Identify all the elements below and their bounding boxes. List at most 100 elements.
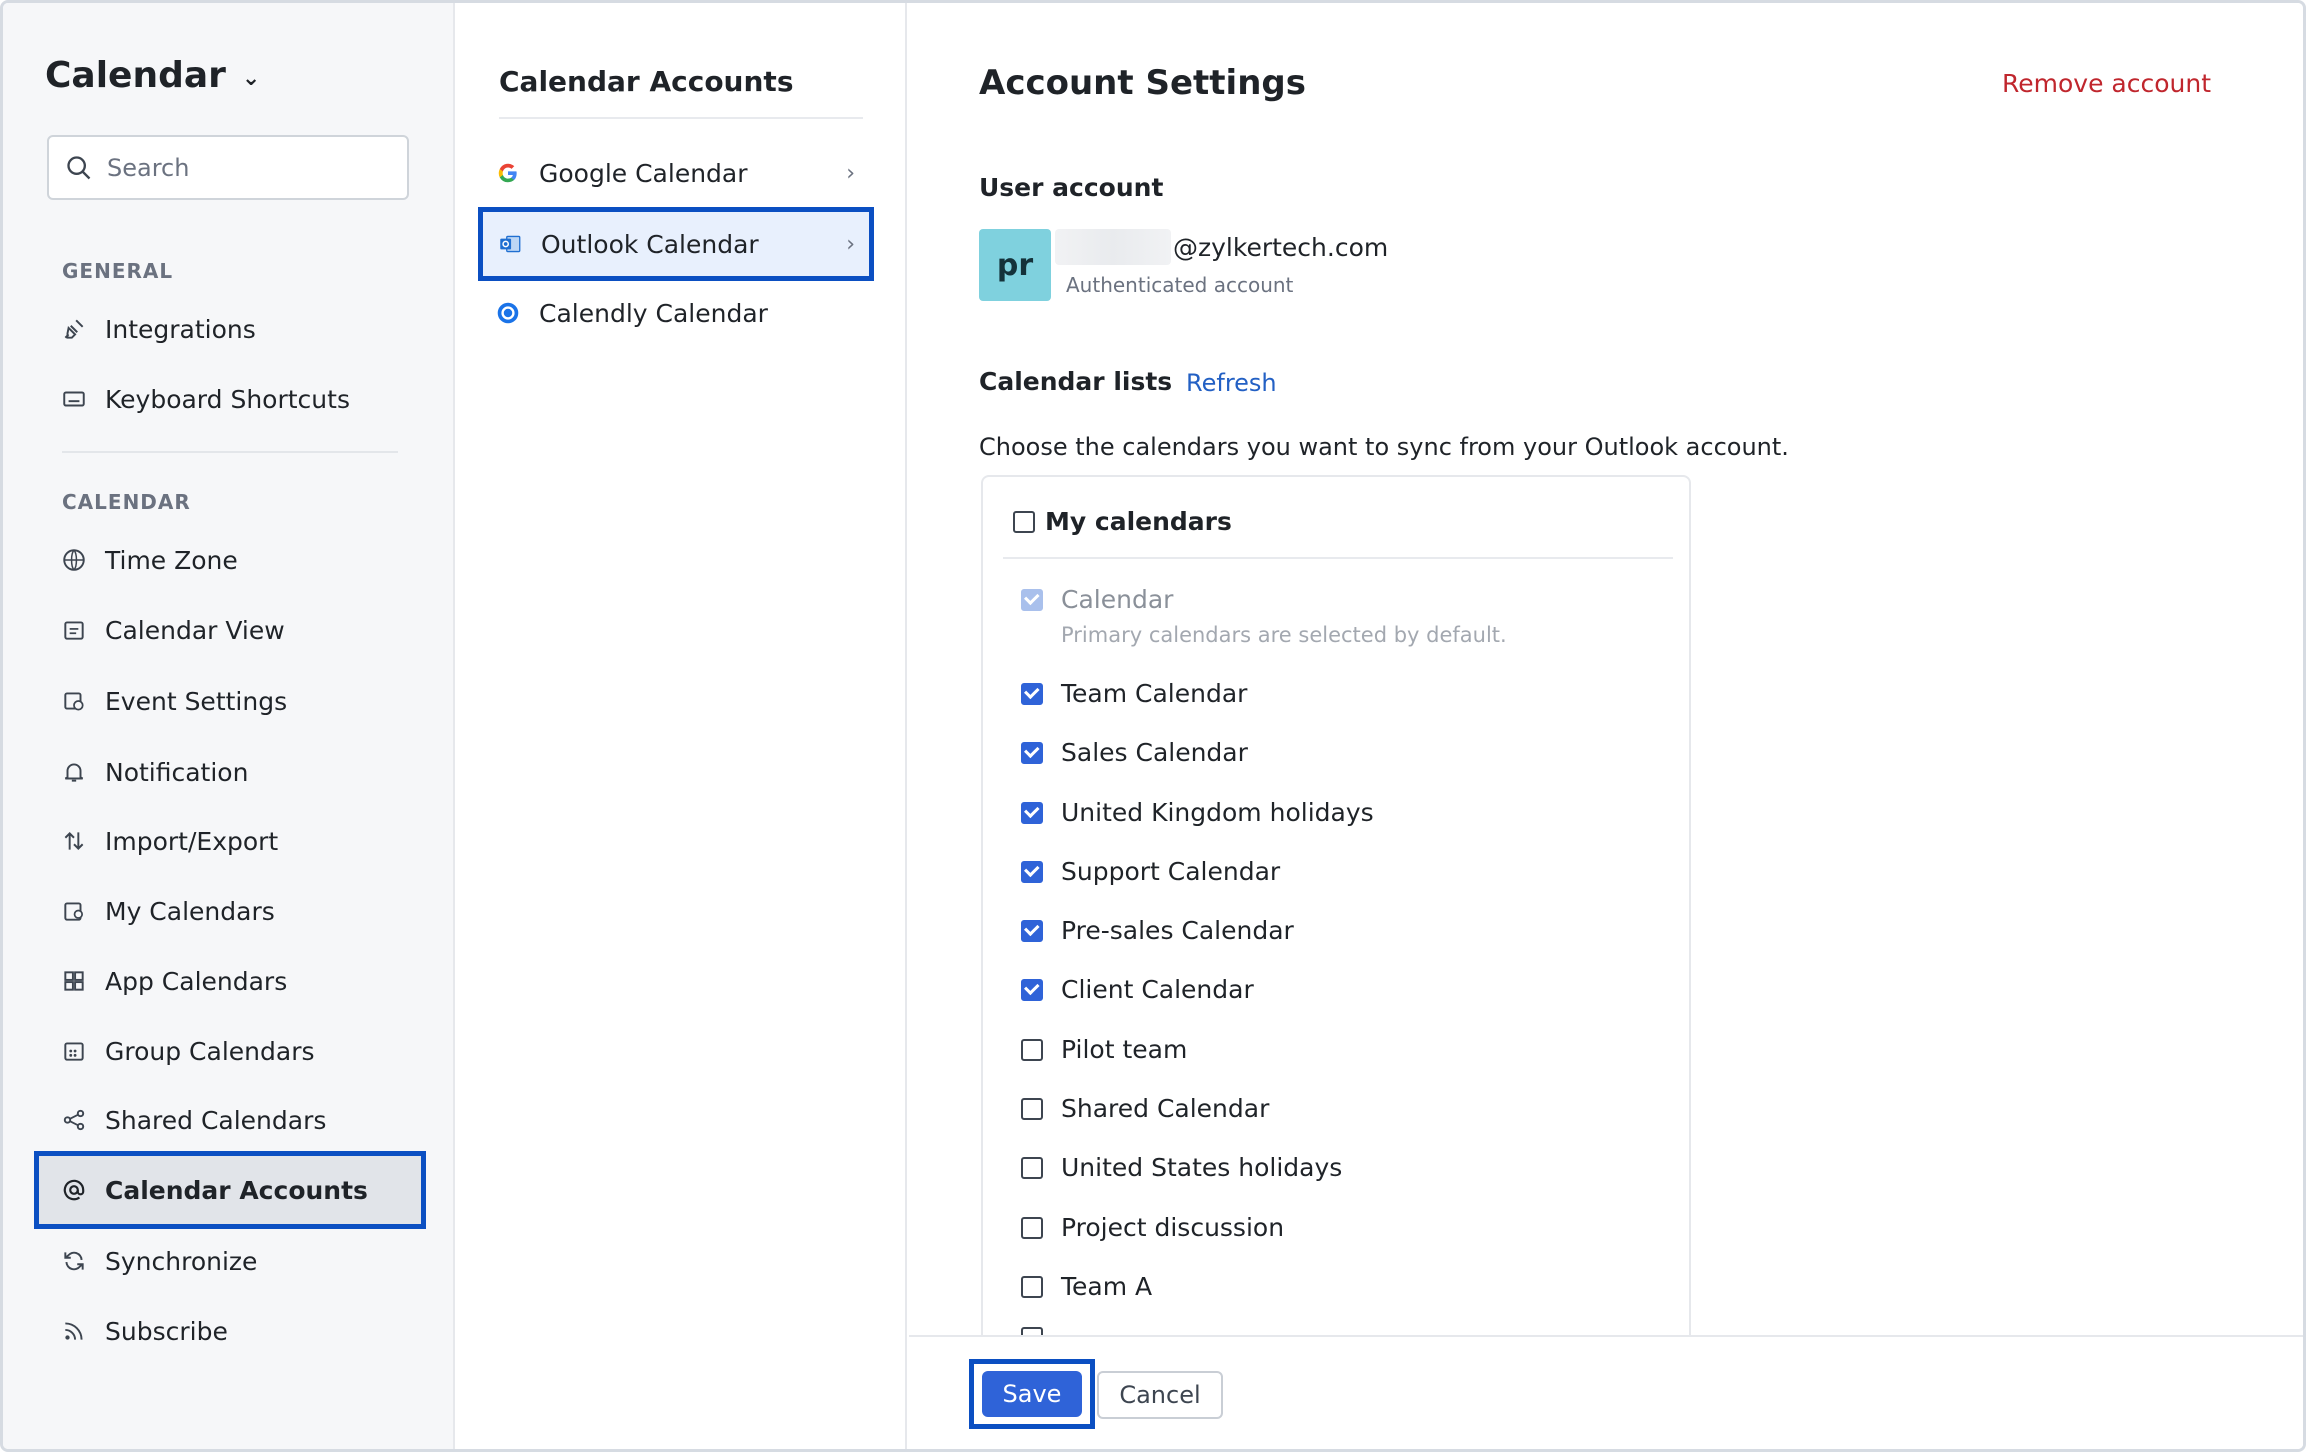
calendar-checkbox[interactable]	[1021, 1097, 1043, 1120]
sidebar-item-app-calendars[interactable]: App Calendars	[47, 952, 409, 1010]
accounts-title: Calendar Accounts	[499, 65, 794, 98]
sidebar-item-my-calendars[interactable]: My Calendars	[47, 882, 409, 940]
calendar-label: United States holidays	[1061, 1153, 1343, 1182]
calendar-label: Calendar	[1061, 585, 1174, 614]
sidebar-item-label: Calendar View	[105, 615, 285, 645]
calendar-row[interactable]: Client Calendar	[1021, 975, 1254, 1004]
sidebar-item-group-calendars[interactable]: Group Calendars	[47, 1022, 409, 1080]
section-label-calendar: CALENDAR	[62, 490, 191, 514]
event-settings-icon	[64, 692, 84, 711]
calendar-view-icon	[64, 621, 84, 640]
sidebar-item-label: My Calendars	[105, 896, 275, 926]
calendar-label: Sales Calendar	[1061, 738, 1248, 767]
calendar-label: Shared Calendar	[1061, 1094, 1270, 1123]
sidebar-item-time-zone[interactable]: Time Zone	[47, 531, 409, 589]
share-icon	[63, 1109, 85, 1131]
account-item-label: Calendly Calendar	[539, 298, 768, 328]
calendar-checkbox[interactable]	[1021, 919, 1043, 942]
calendar-row[interactable]: Support Calendar	[1021, 857, 1280, 886]
authenticated-note: Authenticated account	[1066, 273, 1294, 297]
calendar-checkbox[interactable]	[1021, 978, 1043, 1001]
calendar-row[interactable]: Team Calendar	[1021, 679, 1247, 708]
remove-account-link[interactable]: Remove account	[2002, 69, 2211, 98]
sidebar-item-integrations[interactable]: Integrations	[47, 300, 409, 358]
calendar-checkbox[interactable]	[1021, 1216, 1043, 1239]
sidebar-item-notification[interactable]: Notification	[47, 743, 409, 801]
calendar-checkbox[interactable]	[1021, 1038, 1043, 1061]
keyboard-icon	[63, 391, 85, 407]
primary-default-note: Primary calendars are selected by defaul…	[1061, 623, 1507, 647]
calendar-row[interactable]: Sales Calendar	[1021, 738, 1248, 767]
calendar-row[interactable]: Project discussion	[1021, 1213, 1284, 1242]
calendar-row[interactable]: United States holidays	[1021, 1153, 1342, 1182]
plug-icon	[64, 319, 84, 339]
cancel-button[interactable]: Cancel	[1097, 1371, 1223, 1419]
calendar-row[interactable]: Shared Calendar	[1021, 1094, 1269, 1123]
sidebar-item-subscribe[interactable]: Subscribe	[47, 1302, 409, 1360]
calendar-checkbox[interactable]	[1021, 860, 1043, 883]
import-export-icon	[64, 832, 84, 850]
calendar-label: Project discussion	[1061, 1213, 1285, 1242]
google-icon	[498, 163, 517, 183]
calendar-checkbox[interactable]	[1021, 1275, 1043, 1298]
account-item-calendly[interactable]: Calendly Calendar	[481, 281, 869, 345]
app-switcher[interactable]: Calendar ⌄	[45, 55, 260, 96]
settings-sidebar: Calendar ⌄ GENERAL Integrations Keyboard…	[3, 3, 455, 1449]
avatar: pr	[979, 229, 1051, 301]
sidebar-divider	[62, 451, 398, 453]
save-highlight: Save	[969, 1359, 1095, 1429]
calendar-row[interactable]: Team A	[1021, 1272, 1152, 1301]
sidebar-item-label: Shared Calendars	[105, 1105, 327, 1135]
my-calendars-label: My calendars	[1045, 507, 1232, 536]
calendar-label: Client Calendar	[1061, 975, 1254, 1004]
sidebar-item-event-settings[interactable]: Event Settings	[47, 672, 409, 730]
search-input[interactable]	[107, 153, 387, 182]
account-item-label: Google Calendar	[539, 158, 748, 188]
my-calendars-icon	[64, 902, 83, 921]
sidebar-item-keyboard-shortcuts[interactable]: Keyboard Shortcuts	[47, 370, 409, 428]
section-label-general: GENERAL	[62, 259, 174, 283]
chevron-right-icon: ›	[846, 231, 855, 257]
sidebar-item-label: Group Calendars	[105, 1036, 315, 1066]
calendar-lists-heading: Calendar lists	[979, 367, 1173, 396]
calendar-label: United Kingdom holidays	[1061, 798, 1374, 827]
sidebar-item-label: Integrations	[105, 314, 256, 344]
search-icon	[67, 155, 91, 179]
refresh-link[interactable]: Refresh	[1186, 369, 1277, 397]
calendar-row-primary: Calendar	[1021, 585, 1173, 614]
calendar-row[interactable]: Pilot team	[1021, 1035, 1187, 1064]
sidebar-item-label: Time Zone	[105, 545, 238, 575]
sidebar-item-synchronize[interactable]: Synchronize	[47, 1232, 409, 1290]
choose-calendars-text: Choose the calendars you want to sync fr…	[979, 433, 1789, 461]
my-calendars-header[interactable]: My calendars	[1013, 507, 1232, 536]
sidebar-item-shared-calendars[interactable]: Shared Calendars	[47, 1091, 409, 1149]
calendly-icon	[497, 302, 519, 324]
sidebar-item-label: Calendar Accounts	[105, 1175, 368, 1205]
account-item-google[interactable]: Google Calendar ›	[481, 141, 869, 205]
calendar-row[interactable]: United Kingdom holidays	[1021, 798, 1374, 827]
calendar-label: Pilot team	[1061, 1035, 1188, 1064]
sidebar-item-label: Keyboard Shortcuts	[105, 384, 350, 414]
calendar-checkbox[interactable]	[1021, 801, 1043, 824]
sidebar-item-calendar-accounts[interactable]: Calendar Accounts	[34, 1151, 426, 1229]
accounts-panel: Calendar Accounts Google Calendar › Outl…	[457, 3, 907, 1449]
calendar-checkbox[interactable]	[1021, 741, 1043, 764]
redacted-username	[1055, 229, 1171, 265]
sidebar-item-calendar-view[interactable]: Calendar View	[47, 601, 409, 659]
calendar-checkbox[interactable]	[1021, 1156, 1043, 1179]
calendar-checkbox	[1021, 588, 1043, 611]
calendar-checkbox[interactable]	[1021, 682, 1043, 705]
account-item-outlook[interactable]: Outlook Calendar ›	[478, 207, 874, 281]
rss-icon	[65, 1322, 83, 1340]
bell-icon	[64, 763, 84, 782]
calendar-row[interactable]: Pre-sales Calendar	[1021, 916, 1294, 945]
outlook-icon	[500, 235, 521, 253]
sidebar-item-label: Import/Export	[105, 826, 279, 856]
calendar-label: Team A	[1061, 1272, 1153, 1301]
my-calendars-checkbox[interactable]	[1013, 510, 1035, 533]
sidebar-item-import-export[interactable]: Import/Export	[47, 812, 409, 870]
search-box[interactable]	[47, 135, 409, 200]
save-button[interactable]: Save	[982, 1371, 1082, 1417]
user-account-heading: User account	[979, 173, 1164, 202]
app-calendars-icon	[64, 971, 84, 991]
